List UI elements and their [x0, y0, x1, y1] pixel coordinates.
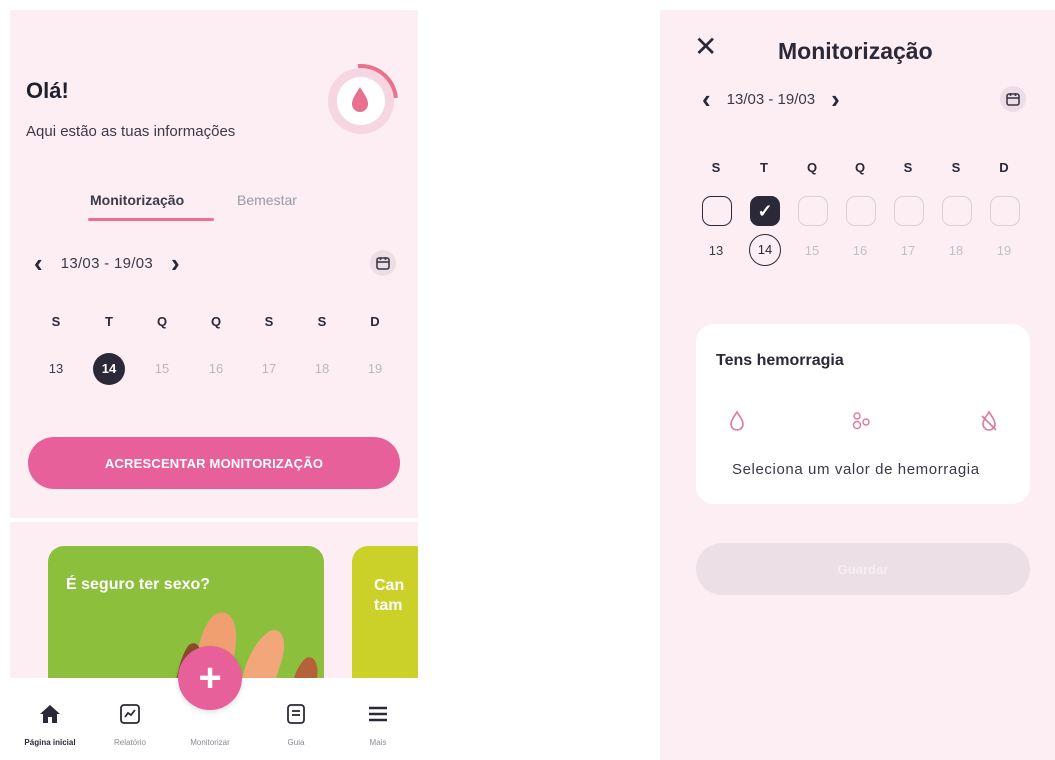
- day-checkbox-18[interactable]: [942, 196, 972, 226]
- page-title: Monitorização: [778, 38, 933, 64]
- nav-track-label: Monitorizar: [190, 738, 230, 747]
- chevron-left-icon[interactable]: ‹: [702, 86, 711, 112]
- add-tracking-button[interactable]: ACRESCENTAR MONITORIZAÇÃO: [28, 437, 400, 489]
- article-card-title: Can tam: [374, 577, 405, 614]
- chevron-right-icon[interactable]: ›: [831, 86, 840, 112]
- day-initial: S: [951, 160, 961, 175]
- day-initial: Q: [210, 314, 222, 329]
- tab-bemestar[interactable]: Bemestar: [237, 192, 297, 208]
- day-13: 13: [708, 243, 724, 258]
- guide-icon: [287, 704, 305, 724]
- calendar-icon: [376, 257, 390, 270]
- week-range: 13/03 - 19/03: [60, 254, 153, 272]
- day-initial: D: [999, 160, 1009, 175]
- day-initial: Q: [806, 160, 818, 175]
- day-checkbox-14[interactable]: ✓: [750, 196, 780, 226]
- day-initial: S: [264, 314, 274, 329]
- nav-more-label: Mais: [369, 738, 387, 747]
- cycle-progress-ring[interactable]: [308, 48, 414, 154]
- tracking-screen: ✕ Monitorização ‹ 13/03 - 19/03 › S T Q …: [660, 10, 1055, 760]
- no-drop-icon[interactable]: [976, 408, 1002, 434]
- day-16: 16: [852, 243, 868, 258]
- day-checkbox-13[interactable]: [702, 196, 732, 226]
- day-initial: Q: [854, 160, 866, 175]
- day-19: 19: [996, 243, 1012, 258]
- tab-monitorizacao[interactable]: Monitorização: [90, 192, 184, 208]
- week-navigator: ‹ 13/03 - 19/03 ›: [702, 86, 840, 112]
- home-screen: Olá! Aqui estão as tuas informações Moni…: [10, 10, 418, 760]
- day-initial: Q: [156, 314, 168, 329]
- day-17: 17: [900, 243, 916, 258]
- day-initial: S: [711, 160, 721, 175]
- day-checkbox-19[interactable]: [990, 196, 1020, 226]
- nav-report-label: Relatório: [113, 738, 146, 747]
- day-14-today[interactable]: 14: [93, 353, 125, 385]
- chevron-right-icon[interactable]: ›: [171, 250, 180, 276]
- day-initial: D: [370, 314, 380, 329]
- day-initial: T: [760, 160, 768, 175]
- plus-icon: +: [198, 656, 222, 700]
- nav-home-label: Página inicial: [24, 738, 76, 747]
- close-icon[interactable]: ✕: [694, 32, 717, 62]
- greeting-subtitle: Aqui estão as tuas informações: [26, 123, 236, 140]
- day-15: 15: [804, 243, 820, 258]
- menu-icon: [369, 706, 387, 722]
- week-range: 13/03 - 19/03: [726, 90, 816, 108]
- day-initial: S: [51, 314, 61, 329]
- active-tab-indicator: [88, 218, 214, 221]
- blood-drop-icon: [352, 87, 368, 112]
- day-14-today: 14: [749, 234, 781, 266]
- day-16[interactable]: 16: [200, 361, 232, 376]
- check-icon: ✓: [757, 200, 773, 221]
- section-divider: [10, 518, 418, 522]
- day-13[interactable]: 13: [40, 361, 72, 376]
- nav-guide-label: Guia: [287, 738, 305, 747]
- greeting-title: Olá!: [26, 78, 69, 103]
- day-19[interactable]: 19: [359, 361, 391, 376]
- day-17[interactable]: 17: [253, 361, 285, 376]
- add-fab-button[interactable]: +: [178, 646, 242, 710]
- calendar-button[interactable]: [1000, 86, 1026, 112]
- day-checkbox-16[interactable]: [846, 196, 876, 226]
- chart-icon: [120, 704, 140, 724]
- home-icon: [40, 705, 60, 723]
- bleeding-card: Tens hemorragia Seleciona um valor de he…: [696, 324, 1030, 504]
- save-button[interactable]: Guardar: [696, 543, 1030, 595]
- day-checkbox-15[interactable]: [798, 196, 828, 226]
- bleeding-question: Tens hemorragia: [716, 352, 844, 369]
- day-initial: S: [317, 314, 327, 329]
- day-18[interactable]: 18: [306, 361, 338, 376]
- bleeding-hint: Seleciona um valor de hemorragia: [732, 461, 980, 478]
- week-navigator: ‹ 13/03 - 19/03 ›: [34, 250, 180, 276]
- day-initial: T: [105, 314, 113, 329]
- day-initial: S: [903, 160, 913, 175]
- chevron-left-icon[interactable]: ‹: [34, 250, 43, 276]
- calendar-button[interactable]: [370, 250, 396, 276]
- day-15[interactable]: 15: [146, 361, 178, 376]
- spotting-icon[interactable]: [848, 408, 874, 434]
- calendar-icon: [1006, 93, 1020, 106]
- day-18: 18: [948, 243, 964, 258]
- drop-outline-icon[interactable]: [724, 408, 750, 434]
- day-checkbox-17[interactable]: [894, 196, 924, 226]
